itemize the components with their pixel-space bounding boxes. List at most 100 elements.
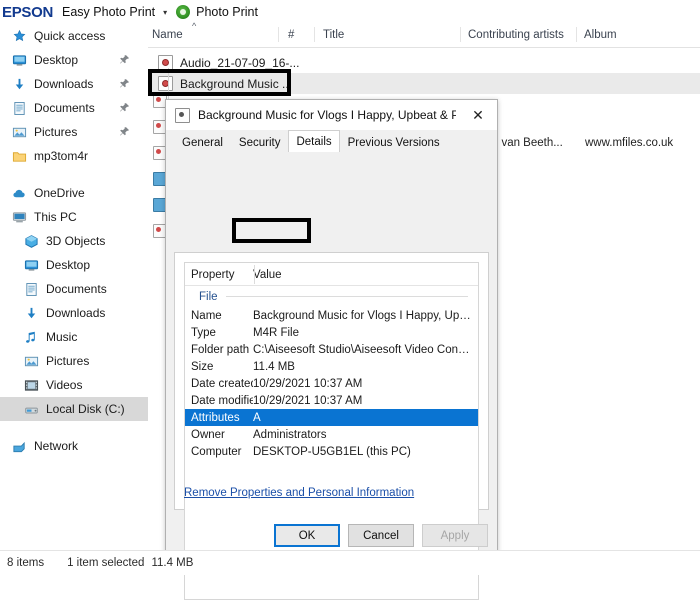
selection-text: 1 item selected (67, 557, 145, 569)
sidebar-item-onedrive[interactable]: OneDrive (0, 181, 148, 205)
sidebar-item-label: Downloads (34, 77, 94, 91)
3d-objects-icon (24, 234, 39, 249)
tab-general[interactable]: General (174, 132, 231, 152)
apply-button: Apply (422, 524, 488, 547)
column-header-name[interactable]: Name (152, 29, 183, 41)
sidebar-item-label: This PC (34, 210, 77, 224)
property-value: C:\Aiseesoft Studio\Aiseesoft Video Conv… (253, 343, 478, 356)
sidebar-item-label: OneDrive (34, 186, 85, 200)
pin-icon[interactable] (119, 54, 130, 65)
property-row[interactable]: Type M4R File (185, 324, 478, 341)
sidebar-item-network[interactable]: Network (0, 434, 148, 458)
sidebar-item-label: 3D Objects (46, 234, 106, 248)
sidebar-item-desktop[interactable]: Desktop (0, 253, 148, 277)
navigation-sidebar[interactable]: Quick access Desktop Downloads Documents Pic… (0, 24, 148, 550)
sidebar-item-downloads[interactable]: Downloads (0, 72, 148, 96)
tab-security[interactable]: Security (230, 132, 289, 152)
sidebar-item-downloads[interactable]: Downloads (0, 301, 148, 325)
column-header-title[interactable]: Title (323, 29, 344, 41)
cancel-button[interactable]: Cancel (348, 524, 414, 547)
audio-file-icon (175, 107, 190, 123)
sidebar-item-local-disk-c[interactable]: Local Disk (C:) (0, 397, 148, 421)
column-divider[interactable] (460, 27, 461, 42)
property-row[interactable]: Name Background Music for Vlogs I Happy, … (185, 307, 478, 324)
sidebar-item-label: Local Disk (C:) (46, 402, 125, 416)
group-label: File (199, 290, 218, 303)
annotation-box-file-type (232, 218, 311, 243)
property-row[interactable]: Date created 10/29/2021 10:37 AM (185, 375, 478, 392)
video-icon (24, 378, 39, 393)
status-bar: 8 items 1 item selected 11.4 MB (0, 550, 700, 575)
pin-icon[interactable] (119, 102, 130, 113)
photo-print-label[interactable]: Photo Print (196, 5, 258, 19)
pin-icon[interactable] (119, 78, 130, 89)
easy-photo-print-label[interactable]: Easy Photo Print (62, 5, 155, 19)
property-key: Computer (191, 445, 242, 458)
property-row[interactable]: Owner Administrators (185, 426, 478, 443)
sidebar-item-music[interactable]: Music (0, 325, 148, 349)
dialog-tab-strip[interactable]: General Security Details Previous Versio… (174, 130, 497, 152)
column-divider[interactable] (314, 27, 315, 42)
computer-icon (12, 210, 27, 225)
column-header-track[interactable]: # (288, 29, 294, 41)
sidebar-item-documents[interactable]: Documents (0, 96, 148, 120)
property-row[interactable]: Computer DESKTOP-U5GB1EL (this PC) (185, 443, 478, 460)
ok-button[interactable]: OK (274, 524, 340, 547)
sidebar-item-videos[interactable]: Videos (0, 373, 148, 397)
property-group-file: File (185, 286, 478, 307)
document-icon (24, 282, 39, 297)
dialog-title: Background Music for Vlogs I Happy, Upbe… (198, 108, 456, 122)
property-value: Administrators (253, 428, 327, 441)
property-value: 11.4 MB (253, 360, 295, 373)
download-arrow-icon (12, 77, 27, 92)
header-property: Property (191, 268, 235, 281)
property-row[interactable]: Folder path C:\Aiseesoft Studio\Aiseesoft… (185, 341, 478, 358)
property-value: Background Music for Vlogs I Happy, Upb.… (253, 309, 476, 322)
selection-size-text: 11.4 MB (151, 557, 194, 569)
tab-details[interactable]: Details (288, 130, 340, 152)
file-properties-dialog[interactable]: Background Music for Vlogs I Happy, Upbe… (165, 99, 498, 600)
dialog-title-bar[interactable]: Background Music for Vlogs I Happy, Upbe… (166, 100, 497, 131)
dialog-button-row: OK Cancel Apply (274, 524, 488, 547)
epson-logo: EPSON (2, 3, 54, 21)
column-divider[interactable] (278, 27, 279, 42)
album-text: www.mfiles.co.uk (585, 137, 674, 149)
property-key: Size (191, 360, 214, 373)
network-icon (12, 439, 27, 454)
property-row[interactable]: Size 11.4 MB (185, 358, 478, 375)
tab-previous-versions[interactable]: Previous Versions (339, 132, 448, 152)
properties-table-header: Property Value (185, 263, 478, 286)
sidebar-item-label: Desktop (34, 53, 79, 67)
sidebar-item-label: Network (34, 439, 79, 453)
sidebar-item-desktop[interactable]: Desktop (0, 48, 148, 72)
annotation-box-selected-file (148, 69, 291, 96)
star-icon (12, 29, 27, 44)
property-key: Date modified (191, 394, 253, 407)
sidebar-item-quick-access[interactable]: Quick access (0, 24, 148, 48)
document-icon (12, 101, 27, 116)
monitor-icon (24, 258, 39, 273)
pin-icon[interactable] (119, 126, 130, 137)
close-icon[interactable]: ✕ (459, 100, 497, 130)
property-value: 10/29/2021 10:37 AM (253, 377, 363, 390)
column-header-album[interactable]: Album (584, 29, 617, 41)
column-divider[interactable] (576, 27, 577, 42)
sidebar-item-this-pc[interactable]: This PC (0, 205, 148, 229)
column-header-artists[interactable]: Contributing artists (468, 29, 564, 41)
chevron-down-icon[interactable]: ▾ (163, 8, 167, 17)
sidebar-item-pictures[interactable]: Pictures (0, 120, 148, 144)
property-value: A (253, 411, 261, 424)
music-note-icon (24, 330, 39, 345)
sidebar-item-3d-objects[interactable]: 3D Objects (0, 229, 148, 253)
sidebar-item-pictures[interactable]: Pictures (0, 349, 148, 373)
sidebar-item-label: Downloads (46, 306, 106, 320)
property-row[interactable]: Attributes A (185, 409, 478, 426)
sort-ascending-icon: ^ (192, 21, 197, 31)
details-tab-panel: Property Value File Name Background Music… (174, 252, 489, 600)
sidebar-item-mp3tom4r[interactable]: mp3tom4r (0, 144, 148, 168)
property-row[interactable]: Date modified10/29/2021 10:37 AM (185, 392, 478, 409)
sidebar-item-documents[interactable]: Documents (0, 277, 148, 301)
property-value: 10/29/2021 10:37 AM (253, 394, 363, 407)
property-value: DESKTOP-U5GB1EL (this PC) (253, 445, 411, 458)
remove-properties-link[interactable]: Remove Properties and Personal Informati… (184, 487, 414, 499)
